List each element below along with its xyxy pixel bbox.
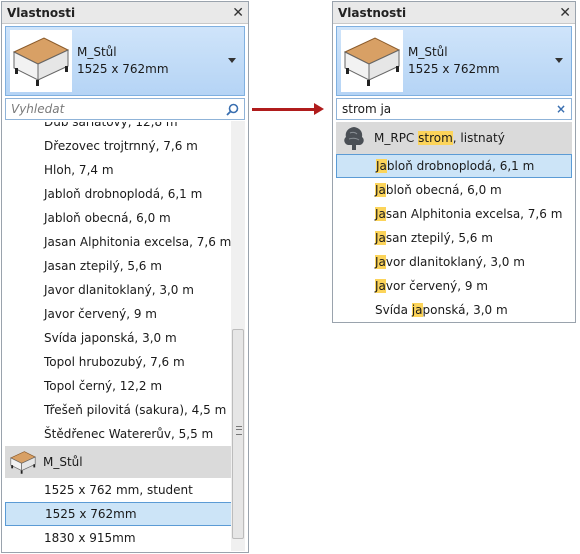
family-header: M_Stůl <box>5 446 245 478</box>
list-item[interactable]: Topol hrubozubý, 7,6 m <box>5 350 245 374</box>
type-name: M_Stůl <box>408 45 448 59</box>
list-item[interactable]: 1830 x 915mm <box>5 526 245 550</box>
tree-thumbnail-icon <box>340 124 368 152</box>
family-header: M_RPC strom, listnatý <box>336 122 572 154</box>
family-label: M_RPC strom, listnatý <box>374 131 505 145</box>
list-item[interactable]: Svída japonská, 3,0 m <box>5 326 245 350</box>
list-item-selected[interactable]: 1525 x 762mm <box>5 502 245 526</box>
properties-panel-left: Vlastnosti ✕ M_Stůl 1525 x 762mm Dub šar… <box>1 1 249 553</box>
type-name: M_Stůl <box>77 45 117 59</box>
type-selector[interactable]: M_Stůl 1525 x 762mm <box>5 26 245 96</box>
search-box[interactable] <box>5 98 245 120</box>
close-icon[interactable]: ✕ <box>559 6 571 20</box>
list-item-selected[interactable]: Jabloň drobnoplodá, 6,1 m <box>336 154 572 178</box>
clear-search-icon[interactable]: × <box>556 102 566 116</box>
panel-titlebar: Vlastnosti ✕ <box>2 2 248 24</box>
panel-titlebar: Vlastnosti ✕ <box>333 2 575 24</box>
list-item[interactable]: Jabloň obecná, 6,0 m <box>5 206 245 230</box>
type-label: M_Stůl 1525 x 762mm <box>408 44 500 78</box>
list-item[interactable]: Jasan ztepilý, 5,6 m <box>336 226 572 250</box>
type-list: Dub šarlatový, 12,8 m Dřezovec trojtrnný… <box>5 122 245 552</box>
list-item[interactable]: Hloh, 7,4 m <box>5 158 245 182</box>
type-label: M_Stůl 1525 x 762mm <box>77 44 169 78</box>
desk-thumbnail-icon <box>10 30 72 92</box>
list-item[interactable]: Svída japonská, 3,0 m <box>336 298 572 322</box>
list-item[interactable]: Dub šarlatový, 12,8 m <box>5 122 245 134</box>
list-item[interactable]: Třešeň pilovitá (sakura), 4,5 m <box>5 398 245 422</box>
panel-title: Vlastnosti <box>338 5 407 20</box>
type-size: 1525 x 762mm <box>408 62 500 76</box>
properties-panel-right: Vlastnosti ✕ M_Stůl 1525 x 762mm × <box>332 1 576 323</box>
search-box[interactable]: × <box>336 98 572 120</box>
list-item[interactable]: Jabloň obecná, 6,0 m <box>336 178 572 202</box>
scroll-grip-icon <box>236 426 242 435</box>
panel-title: Vlastnosti <box>7 5 76 20</box>
list-item[interactable]: Jasan Alphitonia excelsa, 7,6 m <box>336 202 572 226</box>
list-item[interactable]: Javor červený, 9 m <box>5 302 245 326</box>
search-icon[interactable] <box>226 103 239 116</box>
list-item[interactable]: Dřezovec trojtrnný, 7,6 m <box>5 134 245 158</box>
list-item[interactable]: 1525 x 762 mm, student <box>5 478 245 502</box>
list-item[interactable]: Jabloň drobnoplodá, 6,1 m <box>5 182 245 206</box>
list-item[interactable]: Javor červený, 9 m <box>336 274 572 298</box>
list-item[interactable]: Topol černý, 12,2 m <box>5 374 245 398</box>
search-input[interactable] <box>342 102 556 116</box>
list-item[interactable]: Jasan Alphitonia excelsa, 7,6 m <box>5 230 245 254</box>
desk-thumbnail-icon <box>341 30 403 92</box>
red-arrow-head <box>314 103 324 115</box>
family-label: M_Stůl <box>43 455 83 469</box>
filtered-list: M_RPC strom, listnatý Jabloň drobnoplodá… <box>336 122 572 322</box>
list-scrollbar[interactable] <box>231 121 245 551</box>
dropdown-arrow-icon[interactable] <box>555 58 563 63</box>
list-item[interactable]: Javor dlanitoklaný, 3,0 m <box>5 278 245 302</box>
type-selector[interactable]: M_Stůl 1525 x 762mm <box>336 26 572 96</box>
list-item[interactable]: Jasan ztepilý, 5,6 m <box>5 254 245 278</box>
dropdown-arrow-icon[interactable] <box>228 58 236 63</box>
search-input[interactable] <box>11 102 226 116</box>
desk-thumbnail-icon <box>10 451 36 474</box>
list-item[interactable]: Javor dlanitoklaný, 3,0 m <box>336 250 572 274</box>
close-icon[interactable]: ✕ <box>232 6 244 20</box>
list-item[interactable]: Štědřenec Watererův, 5,5 m <box>5 422 245 446</box>
type-size: 1525 x 762mm <box>77 62 169 76</box>
scrollbar-thumb[interactable] <box>232 329 244 539</box>
red-arrow-icon <box>252 108 318 111</box>
